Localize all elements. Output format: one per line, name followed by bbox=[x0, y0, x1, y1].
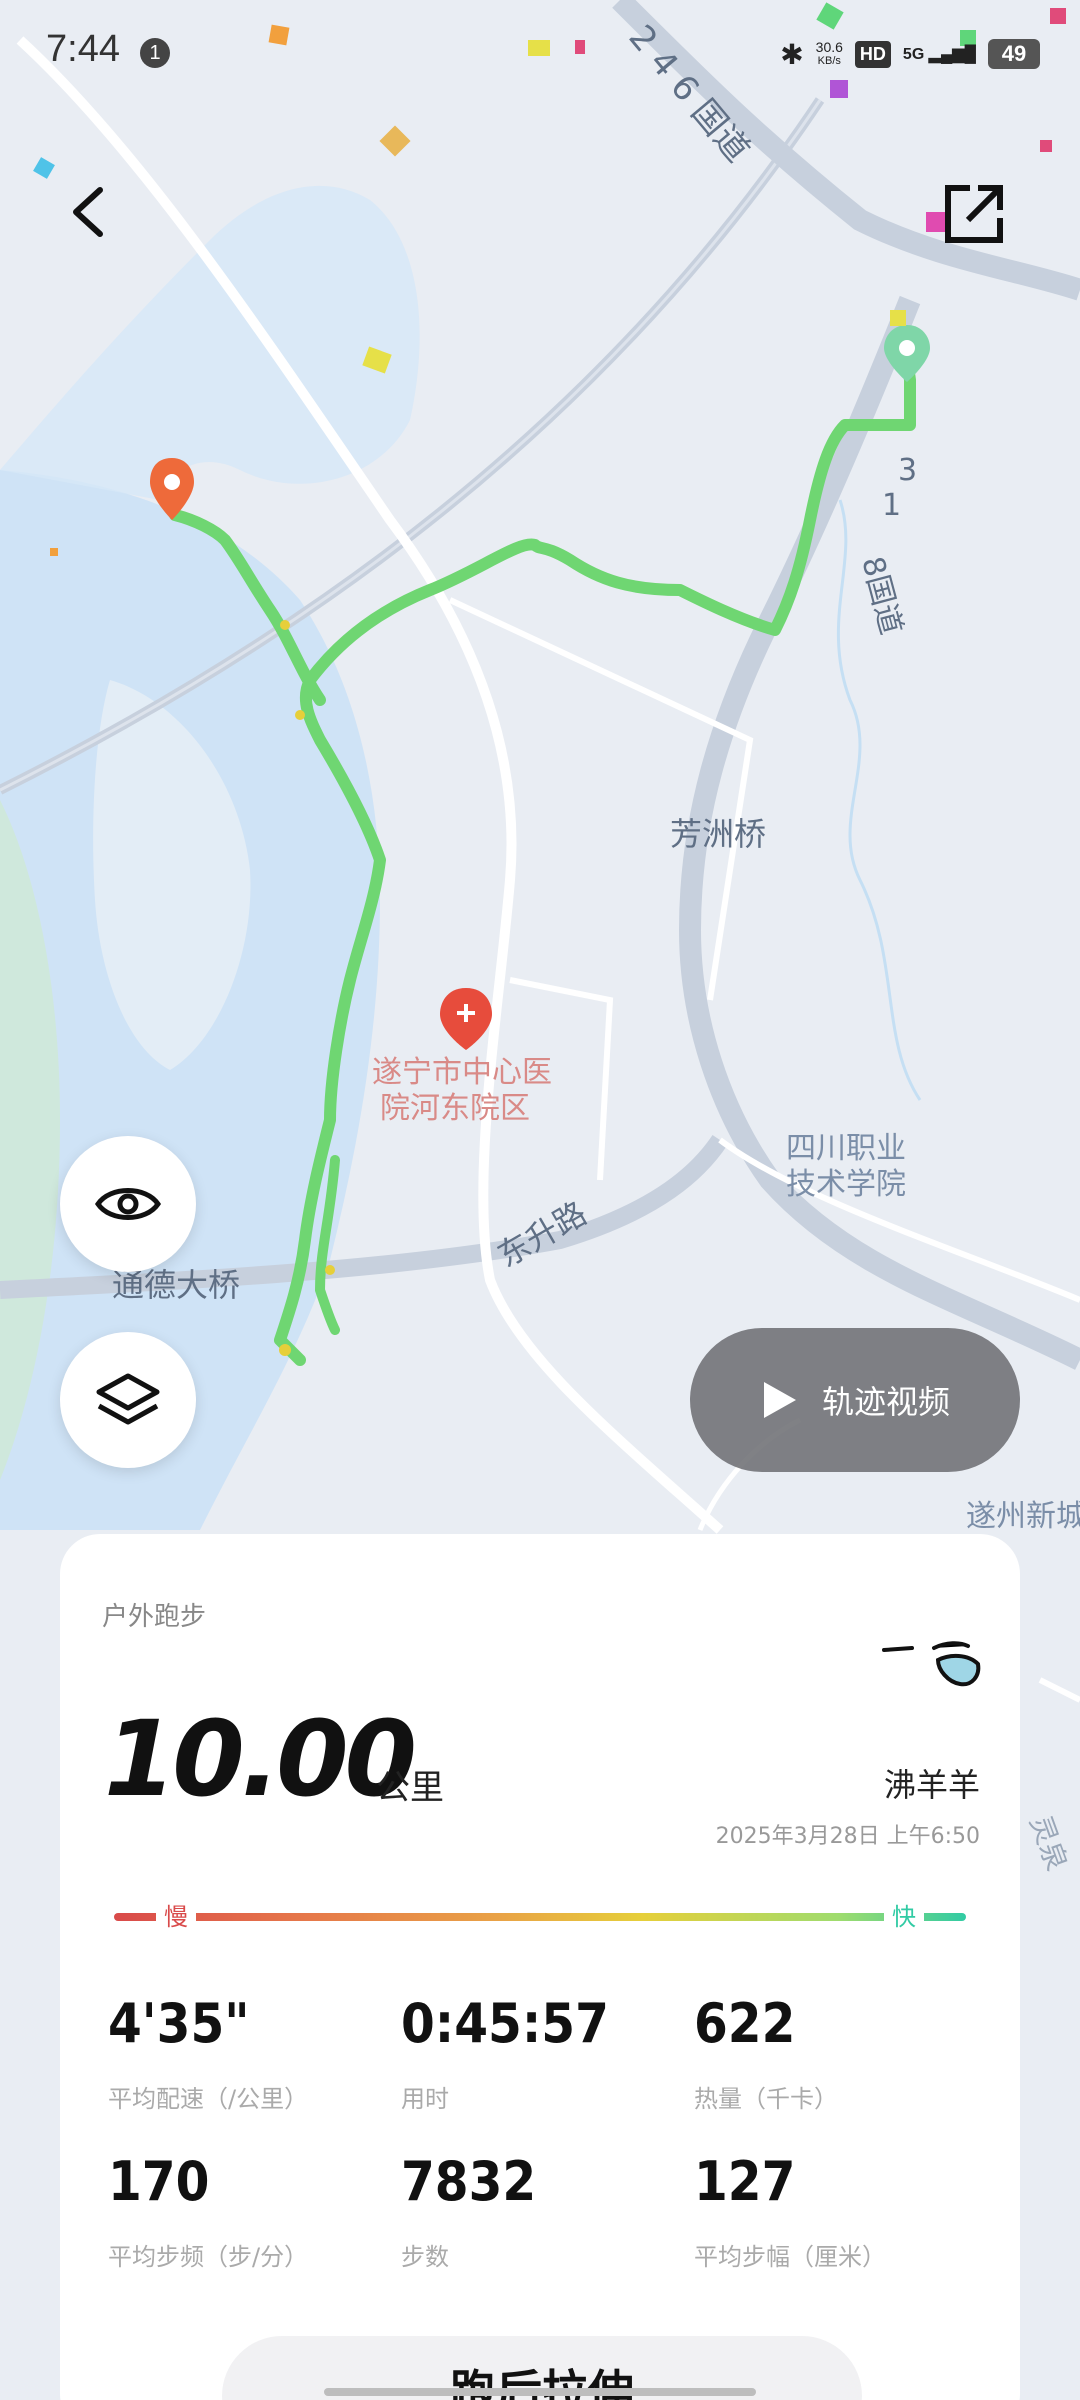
track-video-button[interactable]: 轨迹视频 bbox=[690, 1328, 1020, 1472]
map-layers-button[interactable] bbox=[60, 1332, 196, 1468]
status-indicators: ✱ 30.6 KB/s HD 5G ▂▄▆█ 49 bbox=[780, 32, 1040, 76]
pace-legend: 慢 快 bbox=[114, 1902, 966, 1932]
stat-average-pace: 4'35" 平均配速（/公里） bbox=[108, 1992, 309, 2113]
pace-gradient-bar bbox=[114, 1913, 966, 1921]
map-label-suizhou: 遂州新城 bbox=[966, 1499, 1080, 1534]
status-time: 7:44 bbox=[46, 28, 120, 70]
user-name: 沸羊羊 bbox=[883, 1766, 980, 1804]
share-button[interactable] bbox=[940, 180, 1008, 248]
play-icon bbox=[763, 1382, 796, 1418]
map-label-hospital-2: 院河东院区 bbox=[380, 1091, 530, 1126]
visibility-toggle-button[interactable] bbox=[60, 1136, 196, 1272]
map-label-fangzhou-bridge: 芳洲桥 bbox=[670, 815, 766, 853]
signal-icon: 5G ▂▄▆█ bbox=[902, 46, 976, 63]
distance-value: 10.00 bbox=[104, 1698, 417, 1820]
back-arrow-icon bbox=[73, 187, 103, 237]
pace-fast-label: 快 bbox=[884, 1902, 924, 1932]
stat-cadence: 170 平均步频（步/分） bbox=[108, 2150, 309, 2271]
map-label-road-318-a: 3 bbox=[898, 453, 917, 488]
eye-icon bbox=[94, 1188, 162, 1220]
back-button[interactable] bbox=[60, 180, 124, 244]
notification-badge: 1 bbox=[140, 38, 170, 68]
stat-stride: 127 平均步幅（厘米） bbox=[694, 2150, 886, 2271]
pace-slow-label: 慢 bbox=[156, 1902, 196, 1932]
map-label-hospital-1: 遂宁市中心医 bbox=[372, 1055, 552, 1090]
map-label-college-1: 四川职业 bbox=[786, 1131, 906, 1166]
distance-unit: 公里 bbox=[376, 1768, 444, 1808]
battery-icon: 49 bbox=[988, 39, 1040, 69]
activity-type: 户外跑步 bbox=[102, 1602, 207, 1632]
home-indicator[interactable] bbox=[324, 2388, 756, 2396]
map-label-college-2: 技术学院 bbox=[786, 1167, 906, 1202]
run-date: 2025年3月28日 上午6:50 bbox=[715, 1824, 980, 1849]
share-icon bbox=[945, 185, 1003, 243]
run-summary-card: 户外跑步 10.00 公里 沸羊羊 2025年3月28日 上午6:50 慢 快 … bbox=[60, 1534, 1020, 2400]
hd-icon: HD bbox=[854, 40, 891, 68]
stat-duration: 0:45:57 用时 bbox=[401, 1992, 609, 2113]
map-label-road-318-b: 1 bbox=[882, 488, 901, 523]
track-video-label: 轨迹视频 bbox=[821, 1383, 950, 1421]
stat-calories: 622 热量（千卡） bbox=[694, 1992, 838, 2113]
layers-icon bbox=[96, 1373, 160, 1425]
bluetooth-icon: ✱ bbox=[780, 38, 804, 70]
network-speed: 30.6 KB/s bbox=[815, 39, 843, 67]
status-bar: 7:44 1 ✱ 30.6 KB/s HD 5G ▂▄▆█ 49 bbox=[0, 0, 1080, 110]
stat-steps: 7832 步数 bbox=[401, 2150, 537, 2271]
user-avatar[interactable] bbox=[868, 1620, 988, 1700]
